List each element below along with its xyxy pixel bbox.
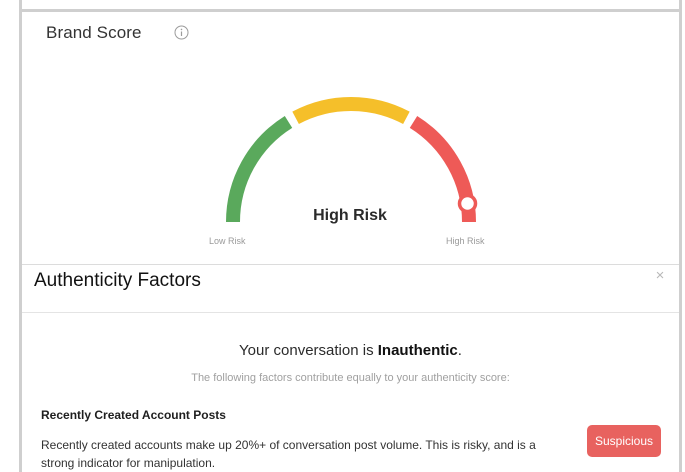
close-icon[interactable]: ×: [653, 268, 667, 284]
conversation-status-text: Your conversation is Inauthentic.: [22, 342, 679, 359]
gauge-arc-low: [226, 115, 293, 223]
gauge-scale-low-label: Low Risk: [209, 236, 246, 246]
gauge-marker: [457, 193, 478, 214]
suspicious-badge[interactable]: Suspicious: [587, 425, 661, 457]
factor-title: Recently Created Account Posts: [41, 408, 226, 422]
conversation-status-prefix: Your conversation is: [239, 342, 378, 359]
conversation-status-suffix: .: [457, 342, 462, 359]
authenticity-factors-title: Authenticity Factors: [34, 270, 201, 291]
factor-description: Recently created accounts make up 20%+ o…: [41, 438, 536, 470]
gauge-arc-medium: [292, 97, 410, 125]
section-divider: [22, 264, 679, 265]
gauge-scale-high-label: High Risk: [446, 236, 485, 246]
risk-level-label: High Risk: [313, 207, 387, 224]
conversation-status-value: Inauthentic: [377, 342, 458, 359]
factors-note: The following factors contribute equally…: [191, 372, 510, 384]
header-divider: [22, 312, 679, 313]
